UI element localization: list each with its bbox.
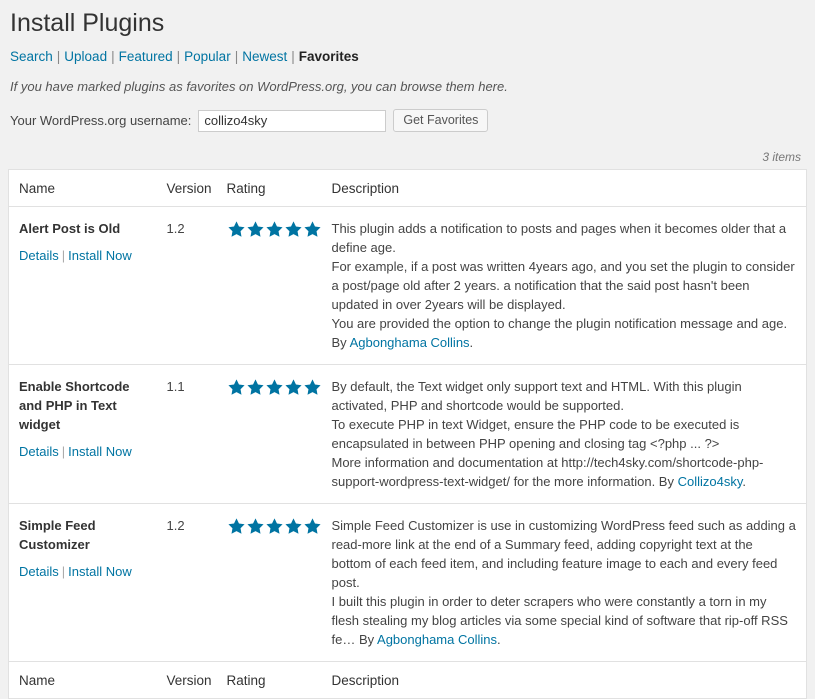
plugin-version: 1.1 — [157, 365, 217, 504]
table-footer-row: Name Version Rating Description — [9, 662, 807, 699]
table-row: Enable Shortcode and PHP in Text widget D… — [9, 365, 807, 504]
details-link[interactable]: Details — [19, 444, 59, 459]
wporg-username-input[interactable] — [198, 110, 386, 132]
username-label: Your WordPress.org username: — [10, 110, 191, 132]
description-line: To execute PHP in text Widget, ensure th… — [332, 415, 797, 453]
plugin-name-cell: Enable Shortcode and PHP in Text widget D… — [9, 365, 157, 504]
details-link[interactable]: Details — [19, 564, 59, 579]
nav-tab-upload[interactable]: Upload — [64, 49, 107, 64]
description-line: Simple Feed Customizer is use in customi… — [332, 516, 797, 592]
nav-separator: | — [287, 49, 299, 64]
star-icon — [265, 220, 284, 239]
star-icon — [227, 517, 246, 536]
description-line: More information and documentation at ht… — [332, 453, 797, 491]
plugin-author-link[interactable]: Collizo4sky — [678, 474, 743, 489]
star-icon — [227, 220, 246, 239]
nav-separator: | — [53, 49, 65, 64]
column-footer-version: Version — [157, 662, 217, 699]
table-row: Alert Post is Old Details|Install Now 1.2 T… — [9, 207, 807, 365]
star-icon — [246, 517, 265, 536]
items-count: 3 items — [8, 132, 807, 169]
nav-tab-popular[interactable]: Popular — [184, 49, 231, 64]
table-row: Simple Feed Customizer Details|Install No… — [9, 504, 807, 662]
plugin-description-cell: By default, the Text widget only support… — [322, 365, 807, 504]
favorites-form: Your WordPress.org username: Get Favorit… — [8, 95, 807, 132]
description-line: For example, if a post was written 4year… — [332, 257, 797, 314]
nav-tab-newest[interactable]: Newest — [242, 49, 287, 64]
nav-separator: | — [107, 49, 119, 64]
star-icon — [246, 220, 265, 239]
column-footer-name: Name — [9, 662, 157, 699]
plugin-name: Simple Feed Customizer — [19, 516, 147, 554]
plugin-name: Alert Post is Old — [19, 219, 147, 238]
star-icon — [265, 378, 284, 397]
column-header-description: Description — [322, 170, 807, 207]
description-line: This plugin adds a notification to posts… — [332, 219, 797, 257]
star-rating — [227, 517, 312, 536]
star-icon — [303, 517, 322, 536]
plugin-version: 1.2 — [157, 207, 217, 365]
plugin-author-link[interactable]: Agbonghama Collins — [350, 335, 470, 350]
star-icon — [227, 378, 246, 397]
plugin-name-cell: Alert Post is Old Details|Install Now — [9, 207, 157, 365]
star-icon — [284, 378, 303, 397]
row-actions: Details|Install Now — [19, 563, 147, 581]
favorites-help-text: If you have marked plugins as favorites … — [8, 68, 807, 95]
table-header-row: Name Version Rating Description — [9, 170, 807, 207]
description-line: You are provided the option to change th… — [332, 314, 797, 352]
plugins-page: Install Plugins Search|Upload|Featured|P… — [0, 0, 815, 699]
star-icon — [303, 378, 322, 397]
plugin-name-cell: Simple Feed Customizer Details|Install No… — [9, 504, 157, 662]
action-separator: | — [59, 444, 68, 459]
description-line: By default, the Text widget only support… — [332, 377, 797, 415]
page-title: Install Plugins — [8, 0, 807, 42]
star-icon — [265, 517, 284, 536]
nav-separator: | — [231, 49, 243, 64]
get-favorites-button[interactable]: Get Favorites — [393, 109, 488, 132]
column-header-rating: Rating — [217, 170, 322, 207]
plugin-description-cell: This plugin adds a notification to posts… — [322, 207, 807, 365]
plugin-version: 1.2 — [157, 504, 217, 662]
nav-tab-search[interactable]: Search — [10, 49, 53, 64]
plugin-rating-cell — [217, 207, 322, 365]
nav-tab-favorites[interactable]: Favorites — [299, 49, 359, 64]
action-separator: | — [59, 248, 68, 263]
description-line: I built this plugin in order to deter sc… — [332, 592, 797, 649]
column-header-name: Name — [9, 170, 157, 207]
install-now-link[interactable]: Install Now — [68, 248, 132, 263]
star-icon — [303, 220, 322, 239]
install-now-link[interactable]: Install Now — [68, 564, 132, 579]
action-separator: | — [59, 564, 68, 579]
plugin-name: Enable Shortcode and PHP in Text widget — [19, 377, 147, 434]
column-header-version: Version — [157, 170, 217, 207]
plugin-rating-cell — [217, 504, 322, 662]
star-rating — [227, 220, 312, 239]
nav-tab-featured[interactable]: Featured — [119, 49, 173, 64]
install-now-link[interactable]: Install Now — [68, 444, 132, 459]
plugin-description-cell: Simple Feed Customizer is use in customi… — [322, 504, 807, 662]
row-actions: Details|Install Now — [19, 443, 147, 461]
star-icon — [284, 220, 303, 239]
column-footer-rating: Rating — [217, 662, 322, 699]
plugin-filter-nav: Search|Upload|Featured|Popular|Newest|Fa… — [8, 42, 807, 68]
row-actions: Details|Install Now — [19, 247, 147, 265]
plugin-author-link[interactable]: Agbonghama Collins — [377, 632, 497, 647]
star-icon — [246, 378, 265, 397]
star-icon — [284, 517, 303, 536]
star-rating — [227, 378, 312, 397]
plugins-table: Name Version Rating Description Alert Po… — [8, 169, 807, 699]
plugin-rating-cell — [217, 365, 322, 504]
details-link[interactable]: Details — [19, 248, 59, 263]
nav-separator: | — [173, 49, 185, 64]
column-footer-description: Description — [322, 662, 807, 699]
